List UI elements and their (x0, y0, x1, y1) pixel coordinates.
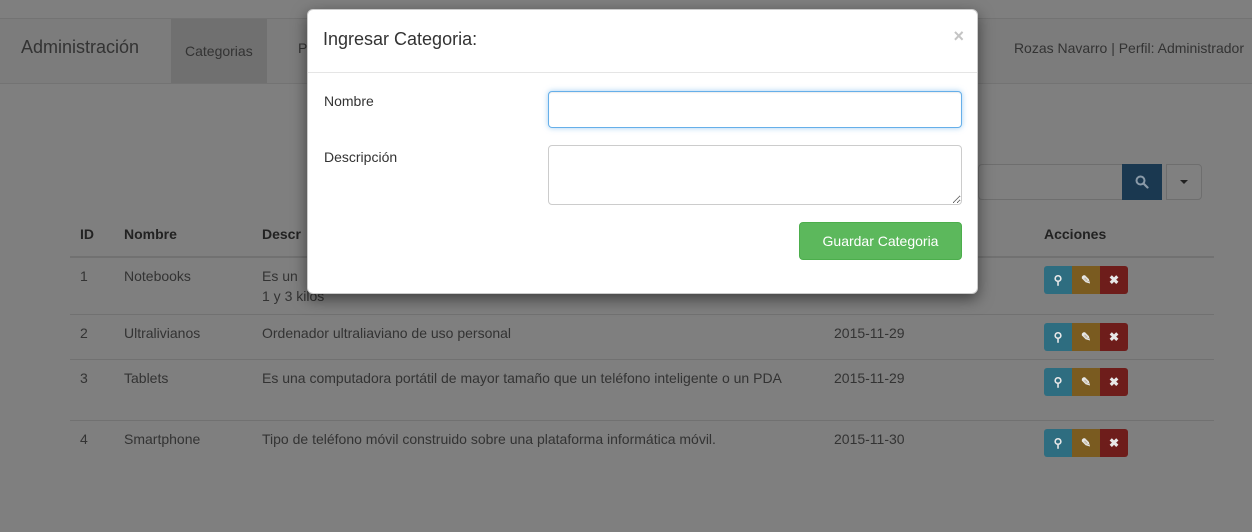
search-icon: ⚲ (1053, 375, 1063, 389)
search-dropdown-button[interactable] (1166, 164, 1202, 200)
cell-fecha: 2015-11-29 (824, 314, 1034, 360)
edit-icon: ✎ (1080, 375, 1092, 389)
search-icon: ⚲ (1053, 330, 1063, 344)
view-button[interactable]: ⚲ (1044, 266, 1072, 294)
nav-item-categorias[interactable]: Categorias (171, 19, 267, 83)
add-category-modal: Ingresar Categoria: × Nombre Descripción… (307, 9, 978, 294)
close-icon: ✖ (1108, 436, 1120, 450)
search-icon: ⚲ (1053, 436, 1063, 450)
descripcion-textarea[interactable] (548, 145, 962, 205)
delete-button[interactable]: ✖ (1100, 429, 1128, 457)
header-acciones: Acciones (1034, 212, 1214, 258)
search-icon: ⚲ (1053, 273, 1063, 287)
table-row: 2 Ultralivianos Ordenador ultraliaviano … (70, 314, 1214, 360)
delete-button[interactable]: ✖ (1100, 266, 1128, 294)
edit-button[interactable]: ✎ (1072, 429, 1100, 457)
table-row: 3 Tablets Es una computadora portátil de… (70, 359, 1214, 421)
cell-id: 4 (70, 420, 114, 477)
view-button[interactable]: ⚲ (1044, 429, 1072, 457)
cell-descripcion: Ordenador ultraliaviano de uso personal (252, 314, 824, 360)
cell-fecha: 2015-11-30 (824, 420, 1034, 477)
cell-id: 1 (70, 256, 114, 315)
cell-id: 2 (70, 314, 114, 360)
caret-down-icon (1180, 180, 1188, 185)
cell-fecha: 2015-11-29 (824, 359, 1034, 421)
close-icon[interactable]: × (953, 26, 964, 47)
close-icon: ✖ (1108, 330, 1120, 344)
navbar-brand[interactable]: Administración (21, 37, 139, 58)
cell-acciones: ⚲ ✎ ✖ (1034, 359, 1214, 421)
cell-descripcion: Tipo de teléfono móvil construido sobre … (252, 420, 824, 477)
edit-icon: ✎ (1080, 436, 1092, 450)
cell-nombre: Notebooks (114, 256, 252, 315)
nombre-input[interactable] (548, 91, 962, 128)
search-icon (1135, 175, 1149, 189)
cell-nombre: Ultralivianos (114, 314, 252, 360)
table-row: 4 Smartphone Tipo de teléfono móvil cons… (70, 420, 1214, 477)
cell-acciones: ⚲ ✎ ✖ (1034, 314, 1214, 360)
search-button[interactable] (1122, 164, 1162, 200)
close-icon: ✖ (1108, 375, 1120, 389)
guardar-categoria-button[interactable]: Guardar Categoria (799, 222, 962, 260)
edit-icon: ✎ (1080, 273, 1092, 287)
nombre-label: Nombre (324, 93, 374, 109)
edit-button[interactable]: ✎ (1072, 368, 1100, 396)
header-nombre: Nombre (114, 212, 252, 258)
delete-button[interactable]: ✖ (1100, 368, 1128, 396)
edit-button[interactable]: ✎ (1072, 323, 1100, 351)
nav-item-partial[interactable]: P (298, 40, 307, 56)
close-icon: ✖ (1108, 273, 1120, 287)
cell-id: 3 (70, 359, 114, 421)
view-button[interactable]: ⚲ (1044, 323, 1072, 351)
edit-icon: ✎ (1080, 330, 1092, 344)
cell-descripcion: Es una computadora portátil de mayor tam… (252, 359, 824, 421)
view-button[interactable]: ⚲ (1044, 368, 1072, 396)
header-id: ID (70, 212, 114, 258)
edit-button[interactable]: ✎ (1072, 266, 1100, 294)
cell-nombre: Smartphone (114, 420, 252, 477)
modal-title: Ingresar Categoria: (323, 29, 478, 49)
cell-nombre: Tablets (114, 359, 252, 421)
search-input[interactable] (978, 164, 1123, 200)
delete-button[interactable]: ✖ (1100, 323, 1128, 351)
modal-header: Ingresar Categoria: × (308, 10, 977, 73)
cell-acciones: ⚲ ✎ ✖ (1034, 420, 1214, 477)
top-strip (0, 0, 1252, 8)
user-info: Rozas Navarro | Perfil: Administrador (1013, 40, 1244, 56)
cell-acciones: ⚲ ✎ ✖ (1034, 256, 1214, 315)
descripcion-label: Descripción (324, 149, 398, 165)
